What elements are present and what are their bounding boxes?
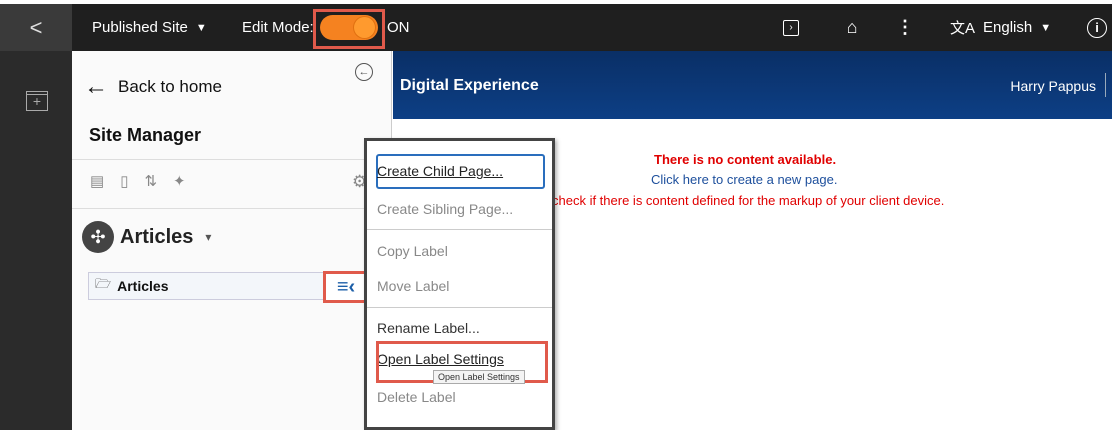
- banner-separator: [1105, 73, 1106, 97]
- create-page-link[interactable]: Click here to create a new page.: [651, 172, 837, 187]
- left-gutter: +: [0, 51, 72, 430]
- new-page-tool-icon[interactable]: ▤: [90, 172, 104, 190]
- chevron-down-icon: ▾: [205, 230, 212, 244]
- site-manager-panel: ← Back to home ← Site Manager ▤ ▯ ⇅ ✦ ⚙ …: [72, 51, 392, 430]
- info-icon[interactable]: i: [1085, 4, 1109, 51]
- content-banner: Digital Experience Harry Pappus: [393, 51, 1112, 119]
- language-selector[interactable]: 文A English ▼: [950, 4, 1051, 51]
- home-icon[interactable]: ⌂: [840, 4, 864, 51]
- markup-note: check if there is content defined for th…: [552, 193, 945, 208]
- menu-chevron-icon: ≡‹: [336, 275, 356, 298]
- panel-title: Site Manager: [89, 125, 202, 145]
- edit-mode-label: Edit Mode:: [242, 19, 314, 36]
- site-selector-label: Published Site: [92, 19, 188, 36]
- divider: [72, 208, 392, 209]
- translate-icon: 文A: [950, 20, 976, 37]
- menu-item-delete-label[interactable]: Delete Label: [377, 389, 456, 405]
- menu-item-create-sibling[interactable]: Create Sibling Page...: [377, 201, 513, 217]
- sort-tool-icon[interactable]: ✦: [173, 172, 186, 190]
- navigation-title: Articles: [120, 225, 194, 248]
- menu-separator: [367, 307, 552, 308]
- add-page-icon[interactable]: +: [26, 91, 48, 111]
- chevron-left-icon: <: [29, 14, 43, 40]
- tooltip: Open Label Settings: [433, 370, 525, 384]
- edit-mode-state: ON: [387, 19, 410, 36]
- arrow-left-icon: ←: [84, 73, 108, 100]
- collapse-panel-icon[interactable]: ←: [355, 63, 373, 81]
- row-menu-button[interactable]: ≡‹: [323, 271, 369, 303]
- globe-icon: ✣: [82, 221, 114, 253]
- tree-tools: ▤ ▯ ⇅ ✦: [90, 172, 186, 190]
- caret-down-icon: ▼: [1040, 21, 1052, 34]
- menu-item-rename-label[interactable]: Rename Label...: [377, 320, 480, 336]
- context-menu: Create Child Page... Create Sibling Page…: [364, 138, 555, 430]
- divider: [72, 159, 392, 160]
- navigation-selector[interactable]: ✣ Articles ▾: [82, 221, 211, 253]
- site-selector[interactable]: Published Site ▼: [92, 4, 207, 51]
- menu-separator: [367, 229, 552, 230]
- preview-icon[interactable]: ›: [780, 4, 802, 51]
- tree-item-articles[interactable]: 🗁 Articles: [88, 272, 363, 300]
- folder-icon: 🗁: [95, 276, 112, 291]
- menu-item-move-label[interactable]: Move Label: [377, 278, 449, 294]
- caret-down-icon: ▼: [195, 21, 207, 34]
- more-vertical-icon[interactable]: ⋮: [895, 4, 915, 51]
- banner-title: Digital Experience: [400, 77, 539, 94]
- move-tool-icon[interactable]: ⇅: [144, 172, 157, 190]
- user-name[interactable]: Harry Pappus: [1010, 78, 1096, 94]
- menu-item-copy-label[interactable]: Copy Label: [377, 243, 448, 259]
- collapse-sidebar-button[interactable]: <: [0, 4, 72, 51]
- no-content-message: There is no content available.: [654, 152, 837, 167]
- menu-item-create-child[interactable]: Create Child Page...: [377, 163, 503, 179]
- copy-page-tool-icon[interactable]: ▯: [120, 172, 128, 190]
- back-to-home-link[interactable]: ← Back to home: [84, 73, 222, 101]
- back-to-home-label: Back to home: [118, 77, 222, 96]
- language-label: English: [983, 19, 1033, 36]
- top-toolbar: < Published Site ▼ Edit Mode: ON › ⌂ ⋮ 文…: [0, 4, 1112, 51]
- highlight-box-toggle: [313, 9, 385, 49]
- tree-item-label: Articles: [117, 278, 169, 294]
